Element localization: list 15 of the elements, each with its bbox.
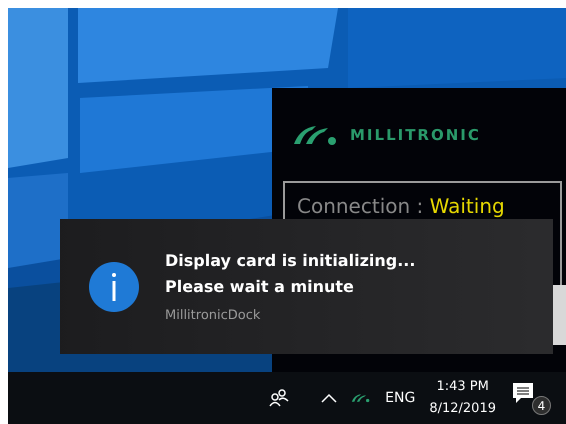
brand-name: MILLITRONIC bbox=[350, 125, 481, 146]
info-icon bbox=[89, 262, 139, 312]
scrollbar[interactable] bbox=[553, 285, 566, 345]
notification-count: 4 bbox=[532, 396, 551, 415]
notification-toast[interactable]: Display card is initializing... Please wait a minute MillitronicDock bbox=[60, 219, 553, 354]
connection-status: Connection : Waiting bbox=[297, 193, 505, 220]
people-icon[interactable] bbox=[269, 389, 290, 407]
clock[interactable]: 1:43 PM 8/12/2019 bbox=[429, 376, 496, 420]
app-tray-icon[interactable] bbox=[351, 392, 372, 404]
toast-title: Display card is initializing... bbox=[165, 250, 416, 272]
language-indicator[interactable]: ENG bbox=[385, 388, 416, 408]
toast-message: Please wait a minute bbox=[165, 276, 355, 298]
notification-center-icon[interactable] bbox=[512, 382, 534, 404]
toast-source: MillitronicDock bbox=[165, 306, 262, 325]
chevron-up-icon[interactable] bbox=[321, 393, 338, 403]
